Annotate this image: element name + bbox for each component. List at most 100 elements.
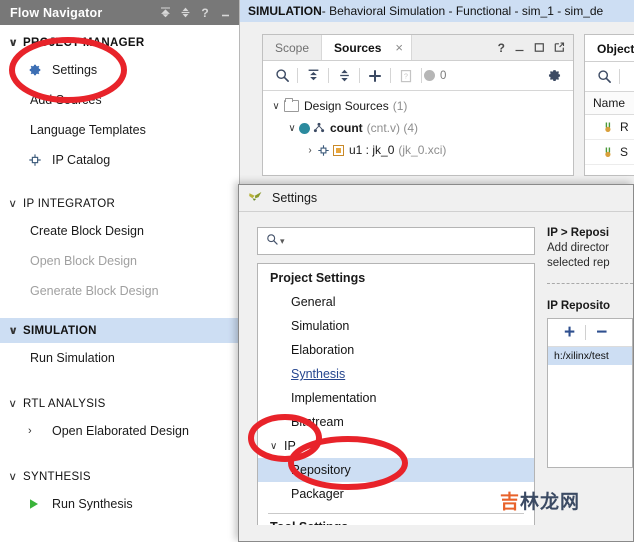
- chevron-down-icon[interactable]: ∨: [285, 123, 299, 134]
- tab-label: Objects: [597, 41, 634, 56]
- sidebar-group-simulation[interactable]: ∨ SIMULATION: [0, 318, 239, 343]
- watermark-part-a: 吉: [500, 491, 521, 513]
- settings-item-simulation[interactable]: Simulation: [258, 314, 534, 338]
- ip-repositories-box: + − h:/xilinx/test: [547, 318, 633, 468]
- sidebar-item-label: Run Simulation: [30, 351, 115, 365]
- float-icon[interactable]: [554, 42, 565, 53]
- sidebar-item-language-templates[interactable]: Language Templates: [0, 115, 239, 145]
- watermark: 吉林龙网: [500, 487, 580, 514]
- repository-list-item[interactable]: h:/xilinx/test: [548, 347, 632, 365]
- collapse-all-icon[interactable]: [300, 64, 326, 88]
- sidebar-item-open-elaborated-design[interactable]: › Open Elaborated Design: [0, 416, 239, 446]
- objects-row[interactable]: S: [585, 140, 634, 165]
- hierarchy-icon: [313, 122, 325, 134]
- sidebar-item-generate-block-design[interactable]: Generate Block Design: [0, 276, 239, 306]
- help-doc-icon[interactable]: ?: [393, 64, 419, 88]
- repository-path: h:/xilinx/test: [554, 350, 609, 362]
- sidebar-item-open-block-design[interactable]: Open Block Design: [0, 246, 239, 276]
- sidebar-item-label: Settings: [52, 63, 98, 77]
- objects-row[interactable]: R: [585, 115, 634, 140]
- sidebar-item-settings[interactable]: Settings: [0, 55, 239, 85]
- sidebar-item-label: IP Catalog: [52, 153, 111, 167]
- settings-dialog-titlebar: Settings: [239, 185, 633, 212]
- sidebar-group-label: PROJECT MANAGER: [23, 36, 145, 49]
- signal-icon: [603, 146, 616, 159]
- sidebar-group-rtl-analysis[interactable]: ∨ RTL ANALYSIS: [0, 391, 239, 416]
- sidebar-item-label: Generate Block Design: [30, 284, 159, 298]
- settings-item-label: IP: [284, 439, 296, 453]
- tab-scope[interactable]: Scope: [263, 35, 323, 60]
- settings-breadcrumb: IP > Reposi: [547, 227, 610, 239]
- ip-instance-icon: [317, 144, 330, 157]
- toolbar-separator: [585, 325, 587, 340]
- remove-repository-button[interactable]: −: [590, 323, 613, 342]
- settings-search-input[interactable]: ▾: [257, 227, 535, 255]
- sidebar-group-ip-integrator[interactable]: ∨ IP INTEGRATOR: [0, 191, 239, 216]
- sidebar-group-synthesis[interactable]: ∨ SYNTHESIS: [0, 464, 239, 489]
- settings-item-elaboration[interactable]: Elaboration: [258, 338, 534, 362]
- settings-item-synthesis[interactable]: Synthesis: [258, 362, 534, 386]
- sidebar-item-run-simulation[interactable]: Run Simulation: [0, 343, 239, 373]
- search-icon[interactable]: [591, 65, 617, 89]
- expand-all-icon[interactable]: [331, 64, 357, 88]
- sidebar-item-create-block-design[interactable]: Create Block Design: [0, 216, 239, 246]
- settings-item-implementation[interactable]: Implementation: [258, 386, 534, 410]
- folder-icon: [284, 98, 299, 112]
- settings-item-ip[interactable]: ∨ IP: [258, 434, 534, 458]
- chevron-down-icon[interactable]: ▾: [280, 236, 285, 247]
- close-icon[interactable]: ×: [393, 35, 412, 60]
- chevron-right-icon[interactable]: ›: [28, 423, 48, 439]
- sidebar-item-run-synthesis[interactable]: Run Synthesis: [0, 489, 239, 519]
- module-icon: [299, 122, 310, 134]
- tree-row-label: Design Sources: [304, 99, 389, 113]
- sidebar-item-ip-catalog[interactable]: IP Catalog: [0, 145, 239, 175]
- sources-tree: ∨ Design Sources (1) ∨ count (cnt.v) (4)…: [263, 91, 573, 161]
- ip-repositories-toolbar: + −: [548, 319, 632, 347]
- tree-row-design-sources[interactable]: ∨ Design Sources (1): [263, 95, 573, 117]
- tree-row-u1-jk0[interactable]: › u1 : jk_0 (jk_0.xci): [263, 139, 573, 161]
- close-label: ×: [395, 40, 403, 55]
- vivado-icon: [248, 189, 265, 207]
- settings-item-general[interactable]: General: [258, 290, 534, 314]
- tab-sources[interactable]: Sources: [322, 35, 394, 60]
- sidebar-item-label: Open Block Design: [30, 254, 138, 268]
- gear-icon: [28, 62, 48, 78]
- settings-item-repository[interactable]: Repository: [258, 458, 534, 482]
- maximize-icon[interactable]: [534, 42, 545, 53]
- tree-row-count[interactable]: ∨ count (cnt.v) (4): [263, 117, 573, 139]
- help-icon[interactable]: ?: [498, 41, 505, 55]
- signal-icon: [603, 121, 616, 134]
- tab-label: Sources: [334, 41, 382, 55]
- sidebar-item-label: Add Sources: [30, 93, 102, 107]
- sidebar-group-label: SYNTHESIS: [23, 470, 91, 483]
- help-icon[interactable]: ?: [195, 3, 215, 23]
- sidebar-item-label: Run Synthesis: [52, 497, 133, 511]
- chevron-right-icon[interactable]: ›: [303, 145, 317, 156]
- toolbar-separator: [390, 68, 391, 83]
- run-icon: [28, 496, 48, 512]
- flow-navigator-panel: Flow Navigator ? ∨ PROJECT MANAGER Setti…: [0, 0, 240, 542]
- add-icon[interactable]: [362, 64, 388, 88]
- tab-objects[interactable]: Objects: [585, 35, 634, 61]
- objects-row-label: R: [620, 120, 629, 134]
- gear-icon[interactable]: [541, 64, 567, 88]
- collapse-all-icon[interactable]: [155, 3, 175, 23]
- expand-collapse-icon[interactable]: [175, 3, 195, 23]
- settings-item-packager[interactable]: Packager: [258, 482, 534, 506]
- chevron-down-icon: ∨: [8, 398, 18, 410]
- settings-left-pane: ▾ Project Settings General Simulation El…: [257, 227, 535, 541]
- tree-row-suffix: (jk_0.xci): [398, 143, 447, 157]
- sidebar-group-project-manager[interactable]: ∨ PROJECT MANAGER: [0, 30, 239, 55]
- simulation-banner-strong: SIMULATION: [248, 4, 322, 18]
- sidebar-group-label: SIMULATION: [23, 324, 97, 337]
- sources-tabstrip: Scope Sources × ?: [263, 35, 573, 61]
- minimize-icon[interactable]: [215, 3, 235, 23]
- settings-item-bitstream[interactable]: Bitstream: [258, 410, 534, 434]
- chevron-down-icon[interactable]: ∨: [270, 441, 284, 452]
- add-repository-button[interactable]: +: [558, 323, 581, 342]
- chevron-down-icon[interactable]: ∨: [269, 101, 283, 112]
- sidebar-item-add-sources[interactable]: Add Sources: [0, 85, 239, 115]
- search-icon[interactable]: [269, 64, 295, 88]
- minimize-icon[interactable]: [514, 42, 525, 53]
- objects-tabstrip: Objects: [585, 35, 634, 62]
